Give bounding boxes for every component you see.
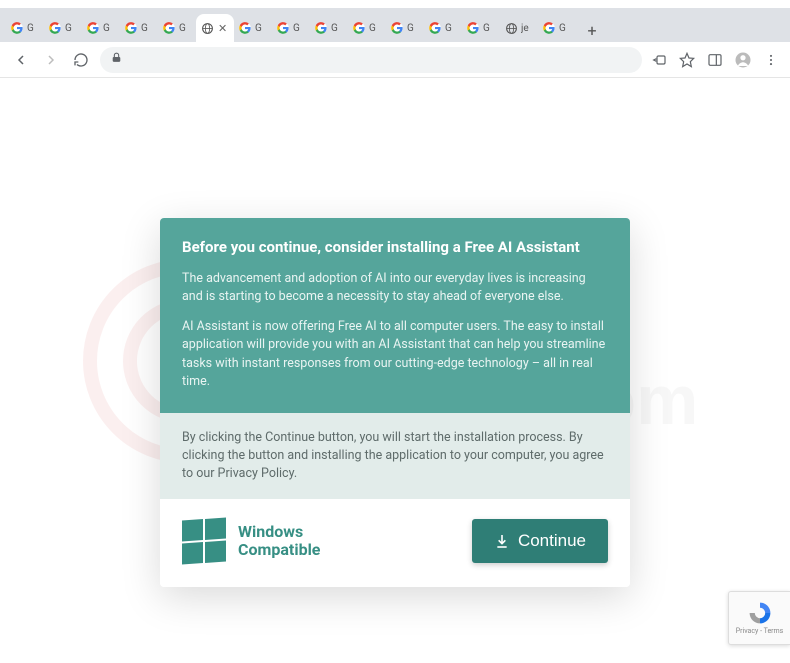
- browser-tab[interactable]: G: [120, 14, 158, 42]
- browser-tab[interactable]: je: [500, 14, 538, 42]
- modal-paragraph: The advancement and adoption of AI into …: [182, 270, 608, 306]
- tab-label: G: [369, 23, 376, 34]
- browser-tab[interactable]: G: [348, 14, 386, 42]
- google-favicon: [86, 21, 100, 35]
- recaptcha-icon: [747, 600, 773, 626]
- tab-label: G: [179, 23, 186, 34]
- disclaimer-text: By clicking the Continue button, you wil…: [182, 430, 604, 481]
- browser-tab[interactable]: G: [6, 14, 44, 42]
- address-bar[interactable]: [100, 47, 642, 73]
- google-favicon: [48, 21, 62, 35]
- tab-label: G: [293, 23, 300, 34]
- google-favicon: [10, 21, 24, 35]
- google-favicon: [428, 21, 442, 35]
- back-button[interactable]: [10, 49, 32, 71]
- google-favicon: [238, 21, 252, 35]
- browser-tab[interactable]: G: [272, 14, 310, 42]
- google-favicon: [314, 21, 328, 35]
- browser-tab-active[interactable]: ✕: [196, 14, 234, 42]
- install-modal: Before you continue, consider installing…: [160, 218, 630, 587]
- browser-tab[interactable]: G: [386, 14, 424, 42]
- tab-label: G: [445, 23, 452, 34]
- tab-label: G: [103, 23, 110, 34]
- profile-avatar-icon[interactable]: [734, 51, 752, 69]
- windows-compatible-badge: Windows Compatible: [182, 519, 320, 563]
- tab-close-icon[interactable]: ✕: [218, 22, 227, 35]
- tab-label: G: [27, 23, 34, 34]
- google-favicon: [542, 21, 556, 35]
- bookmark-star-icon[interactable]: [678, 51, 696, 69]
- google-favicon: [352, 21, 366, 35]
- share-icon[interactable]: [650, 51, 668, 69]
- tab-label: G: [483, 23, 490, 34]
- modal-header: Before you continue, consider installing…: [160, 218, 630, 413]
- google-favicon: [276, 21, 290, 35]
- tab-label: G: [141, 23, 148, 34]
- tab-label: G: [255, 23, 262, 34]
- new-tab-button[interactable]: +: [580, 18, 604, 42]
- google-favicon: [466, 21, 480, 35]
- recaptcha-links[interactable]: Privacy - Terms: [736, 628, 784, 636]
- google-favicon: [124, 21, 138, 35]
- modal-paragraph: AI Assistant is now offering Free AI to …: [182, 318, 608, 391]
- tab-label: G: [65, 23, 72, 34]
- side-panel-icon[interactable]: [706, 51, 724, 69]
- tab-label: G: [559, 23, 566, 34]
- browser-toolbar: [0, 42, 790, 78]
- modal-heading: Before you continue, consider installing…: [182, 238, 608, 256]
- page-content: risk .com Before you continue, consider …: [0, 78, 790, 663]
- tab-label: G: [407, 23, 414, 34]
- browser-tab[interactable]: G: [310, 14, 348, 42]
- windows-compatible-text: Windows Compatible: [238, 523, 320, 560]
- globe-favicon: [504, 21, 518, 35]
- windows-logo-icon: [182, 519, 226, 563]
- browser-tab[interactable]: G: [462, 14, 500, 42]
- kebab-menu-icon[interactable]: [762, 51, 780, 69]
- modal-disclaimer: By clicking the Continue button, you wil…: [160, 413, 630, 499]
- google-favicon: [162, 21, 176, 35]
- browser-tab[interactable]: G: [158, 14, 196, 42]
- browser-tab[interactable]: G: [424, 14, 462, 42]
- continue-button[interactable]: Continue: [472, 519, 608, 563]
- tab-strip: G G G G G ✕ G G G G G G G je G +: [0, 8, 790, 42]
- globe-favicon: [200, 21, 214, 35]
- browser-tab[interactable]: G: [234, 14, 272, 42]
- browser-tab[interactable]: G: [82, 14, 120, 42]
- continue-button-label: Continue: [518, 531, 586, 551]
- download-icon: [494, 533, 510, 549]
- modal-footer: Windows Compatible Continue: [160, 499, 630, 587]
- lock-icon[interactable]: [110, 51, 123, 68]
- tab-label: je: [521, 23, 529, 34]
- forward-button[interactable]: [40, 49, 62, 71]
- reload-button[interactable]: [70, 49, 92, 71]
- browser-tab[interactable]: G: [44, 14, 82, 42]
- tab-label: G: [331, 23, 338, 34]
- google-favicon: [390, 21, 404, 35]
- recaptcha-badge[interactable]: Privacy - Terms: [728, 591, 790, 645]
- browser-tab[interactable]: G: [538, 14, 576, 42]
